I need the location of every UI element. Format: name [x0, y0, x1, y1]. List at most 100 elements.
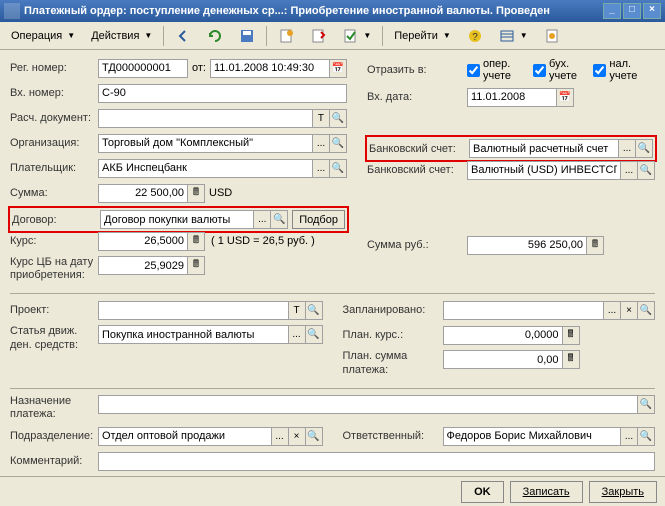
form-icon[interactable]: ▼ — [492, 25, 535, 47]
refresh-icon[interactable] — [200, 25, 230, 47]
calc-icon[interactable]: 🖩 — [563, 326, 580, 345]
kommentariy-label: Комментарий: — [10, 455, 98, 467]
search-icon[interactable]: 🔍 — [306, 325, 323, 344]
ot-label: от: — [192, 62, 206, 74]
ellipsis-button[interactable]: ... — [604, 301, 621, 320]
zapisat-button[interactable]: Записать — [510, 481, 583, 503]
plan-kurs-input[interactable] — [443, 326, 563, 345]
ellipsis-button[interactable]: ... — [621, 427, 638, 446]
calendar-icon[interactable]: 📅 — [330, 59, 347, 78]
ellipsis-button[interactable]: ... — [289, 325, 306, 344]
calc-icon[interactable]: 🖩 — [563, 350, 580, 369]
summa-label: Сумма: — [10, 187, 98, 199]
dogovor-label: Договор: — [12, 214, 100, 226]
naznachenie-label: Назначение платежа: — [10, 395, 98, 421]
kommentariy-input[interactable] — [98, 452, 655, 471]
save-icon[interactable] — [232, 25, 262, 47]
otrazit-label: Отразить в: — [367, 64, 467, 76]
nav-back-icon[interactable] — [168, 25, 198, 47]
nal-uchete-check[interactable]: нал. учете — [593, 58, 647, 82]
form-body: Рег. номер: от: 📅 Вх. номер: Расч. докум… — [0, 50, 665, 476]
otvetstvenny-label: Ответственный: — [343, 430, 443, 442]
kurs-cb-input[interactable] — [98, 256, 188, 275]
clear-button[interactable]: × — [289, 427, 306, 446]
search-icon[interactable]: 🔍 — [638, 427, 655, 446]
calc-icon[interactable]: 🖩 — [188, 232, 205, 251]
minimize-button[interactable]: _ — [603, 3, 621, 19]
otvetstvenny-input[interactable] — [443, 427, 622, 446]
reg-num-input[interactable] — [98, 59, 188, 78]
search-icon[interactable]: 🔍 — [330, 159, 347, 178]
window-buttons: _ □ × — [603, 3, 661, 19]
help-icon[interactable]: ? — [460, 25, 490, 47]
text-button[interactable]: T — [313, 109, 330, 128]
proekt-input[interactable] — [98, 301, 289, 320]
goto-menu[interactable]: Перейти▼ — [387, 25, 458, 47]
rasch-doc-input[interactable] — [98, 109, 313, 128]
plat-label: Плательщик: — [10, 162, 98, 174]
actions-menu[interactable]: Действия▼ — [84, 25, 159, 47]
reg-num-label: Рег. номер: — [10, 62, 98, 74]
clear-button[interactable]: × — [621, 301, 638, 320]
zaplan-input[interactable] — [443, 301, 605, 320]
doc-icon-1[interactable] — [271, 25, 301, 47]
search-icon[interactable]: 🔍 — [636, 139, 653, 158]
ellipsis-button[interactable]: ... — [621, 161, 638, 180]
proekt-label: Проект: — [10, 304, 98, 316]
maximize-button[interactable]: □ — [623, 3, 641, 19]
bank-schet1-input[interactable] — [469, 139, 619, 158]
reg-date-input[interactable] — [210, 59, 330, 78]
search-icon[interactable]: 🔍 — [638, 301, 655, 320]
window-title: Платежный ордер: поступление денежных ср… — [24, 5, 603, 17]
summa-rub-label: Сумма руб.: — [367, 239, 467, 251]
text-button[interactable]: T — [289, 301, 306, 320]
statya-label: Статья движ. ден. средств: — [10, 325, 98, 351]
calc-icon[interactable]: 🖩 — [188, 184, 205, 203]
ellipsis-button[interactable]: ... — [313, 134, 330, 153]
doc-icon-2[interactable] — [303, 25, 333, 47]
doc-icon-3[interactable]: ▼ — [335, 25, 378, 47]
search-icon[interactable]: 🔍 — [330, 109, 347, 128]
buh-uchete-check[interactable]: бух. учете — [533, 58, 585, 82]
search-icon[interactable]: 🔍 — [638, 395, 655, 414]
dogovor-input[interactable] — [100, 210, 254, 229]
kurs-cb-label: Курс ЦБ на дату приобретения: — [10, 256, 98, 282]
ellipsis-button[interactable]: ... — [619, 139, 636, 158]
oper-uchete-check[interactable]: опер. учете — [467, 58, 525, 82]
plan-summa-input[interactable] — [443, 350, 563, 369]
vh-data-input[interactable] — [467, 88, 557, 107]
in-num-input[interactable] — [98, 84, 347, 103]
calc-icon[interactable]: 🖩 — [587, 236, 604, 255]
summa-rub-input[interactable] — [467, 236, 587, 255]
statya-input[interactable] — [98, 325, 289, 344]
bank-schet2-input[interactable] — [467, 161, 621, 180]
ellipsis-button[interactable]: ... — [272, 427, 289, 446]
search-icon[interactable]: 🔍 — [330, 134, 347, 153]
ellipsis-button[interactable]: ... — [254, 210, 271, 229]
podrazdel-label: Подразделение: — [10, 430, 98, 442]
footer: OK Записать Закрыть — [0, 476, 665, 506]
zaplan-label: Запланировано: — [343, 304, 443, 316]
search-icon[interactable]: 🔍 — [638, 161, 655, 180]
search-icon[interactable]: 🔍 — [271, 210, 288, 229]
settings-icon[interactable] — [537, 25, 567, 47]
search-icon[interactable]: 🔍 — [306, 301, 323, 320]
plat-input[interactable] — [98, 159, 313, 178]
zakryt-button[interactable]: Закрыть — [589, 481, 657, 503]
search-icon[interactable]: 🔍 — [306, 427, 323, 446]
naznachenie-input[interactable] — [98, 395, 638, 414]
kurs-input[interactable] — [98, 232, 188, 251]
toolbar: Операция▼ Действия▼ ▼ Перейти▼ ? ▼ — [0, 22, 665, 50]
org-input[interactable] — [98, 134, 313, 153]
kurs-label: Курс: — [10, 235, 98, 247]
app-icon — [4, 3, 20, 19]
ellipsis-button[interactable]: ... — [313, 159, 330, 178]
calc-icon[interactable]: 🖩 — [188, 256, 205, 275]
close-button[interactable]: × — [643, 3, 661, 19]
summa-input[interactable] — [98, 184, 188, 203]
podbor-button[interactable]: Подбор — [292, 210, 345, 229]
ok-button[interactable]: OK — [461, 481, 504, 503]
podrazdel-input[interactable] — [98, 427, 272, 446]
operation-menu[interactable]: Операция▼ — [4, 25, 82, 47]
calendar-icon[interactable]: 📅 — [557, 88, 574, 107]
